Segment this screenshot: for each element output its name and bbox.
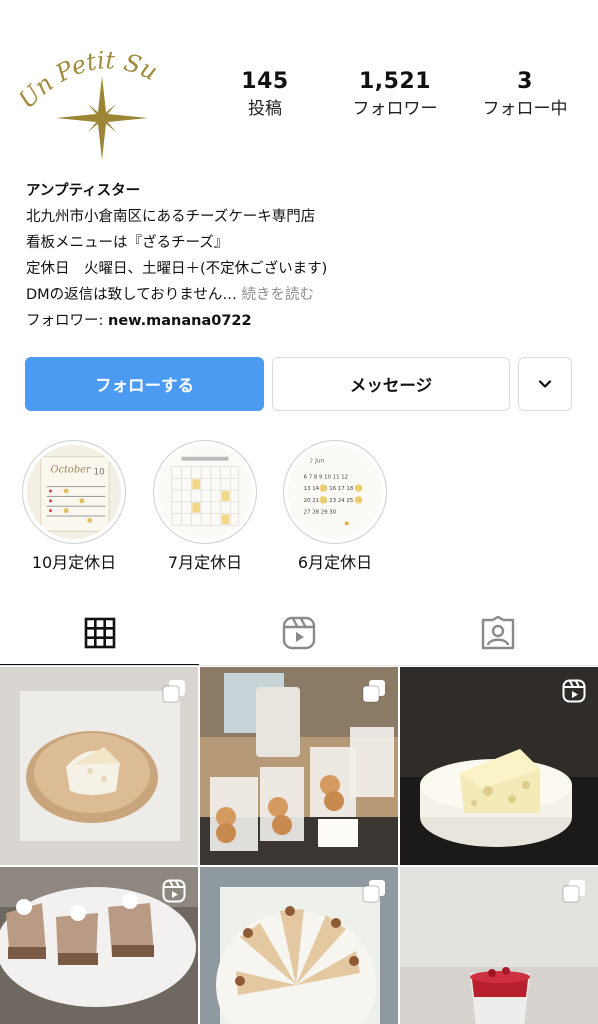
svg-text:27 28 29 30: 27 28 29 30 [304,510,337,516]
profile-tabs [0,600,598,666]
highlight-label: 6月定休日 [297,553,373,572]
stat-following[interactable]: 3 フォロー中 [460,68,590,122]
highlight-label: 7月定休日 [167,553,243,572]
stat-value: 3 [517,69,533,94]
multiple-icon [562,880,585,903]
calendar-image: October 10 [27,445,121,539]
star-icon [56,76,148,160]
highlight-cover [153,440,257,544]
profile-bio: アンプティスター 北九州市小倉南区にあるチーズケーキ専門店 看板メニューは『ざる… [26,178,586,334]
highlight-cover: October 10 [22,440,126,544]
svg-text:13 14 15 16 17 18 19: 13 14 15 16 17 18 19 [304,486,363,492]
highlight-october[interactable]: October 10 10月定休日 [14,440,134,573]
highlight-july[interactable]: 7月定休日 [145,440,265,573]
calendar-image: ♪ Jun 6 7 8 9 10 11 12 13 14 15 16 17 18… [288,445,382,539]
tab-tagged[interactable] [399,600,598,666]
follow-button[interactable]: フォローする [25,357,264,411]
grid-icon [84,617,115,649]
post-thumbnail[interactable] [0,667,198,865]
stat-posts[interactable]: 145 投稿 [200,68,330,122]
multiple-icon [162,680,185,703]
multiple-icon [362,680,385,703]
brand-logo: Un Petit Su [20,46,162,160]
svg-text:10: 10 [94,467,106,477]
tabs-divider [0,665,598,666]
posts-grid [0,667,598,1024]
stat-label: フォロワー [352,99,438,119]
post-thumbnail[interactable] [200,867,398,1024]
follower-username[interactable]: new.manana0722 [108,313,252,329]
logo-text: Un Petit Su [20,46,162,114]
tab-reels[interactable] [199,600,398,666]
highlight-label: 10月定休日 [31,553,117,572]
profile-name: アンプティスター [26,183,141,199]
highlight-cover: ♪ Jun 6 7 8 9 10 11 12 13 14 15 16 17 18… [283,440,387,544]
bio-line: 北九州市小倉南区にあるチーズケーキ専門店 [26,209,316,225]
stat-value: 145 [241,69,289,94]
followed-by[interactable]: フォロワー: new.manana0722 [26,308,586,334]
bio-line: 定休日 火曜日、土曜日＋(不定休ございます) [26,261,328,277]
followed-by-prefix: フォロワー: [26,313,108,329]
suggested-accounts-button[interactable] [518,357,572,411]
reels-icon [562,679,586,703]
profile-stats: 145 投稿 1,521 フォロワー 3 フォロー中 [200,68,590,122]
post-thumbnail[interactable] [400,867,598,1024]
tagged-icon [482,616,515,650]
bio-line-truncated: DMの返信は致しておりません… 続きを読む [26,282,586,308]
svg-text:♪ Jun: ♪ Jun [310,458,325,465]
svg-text:20 21 22 23 24 25 26: 20 21 22 23 24 25 26 [304,498,363,504]
reels-icon [162,879,186,903]
svg-text:October: October [51,464,92,475]
calendar-image [158,445,252,539]
post-thumbnail[interactable] [200,667,398,865]
stat-followers[interactable]: 1,521 フォロワー [330,68,460,122]
tab-posts-grid[interactable] [0,600,200,666]
multiple-icon [362,880,385,903]
highlight-june[interactable]: ♪ Jun 6 7 8 9 10 11 12 13 14 15 16 17 18… [275,440,395,573]
chevron-down-icon [538,380,552,388]
bio-truncated-text: DMの返信は致しておりません… [26,287,237,303]
stat-label: フォロー中 [482,99,568,119]
reels-icon [282,616,316,650]
message-button[interactable]: メッセージ [272,357,510,411]
svg-text:6 7 8 9 10 11 12: 6 7 8 9 10 11 12 [304,474,348,480]
post-thumbnail[interactable] [400,667,598,865]
bio-line: 看板メニューは『ざるチーズ』 [26,235,229,251]
stat-value: 1,521 [358,69,432,94]
read-more-link[interactable]: 続きを読む [241,287,314,303]
post-thumbnail[interactable] [0,867,198,1024]
stat-label: 投稿 [248,99,282,119]
profile-avatar[interactable]: Un Petit Su [20,40,180,165]
